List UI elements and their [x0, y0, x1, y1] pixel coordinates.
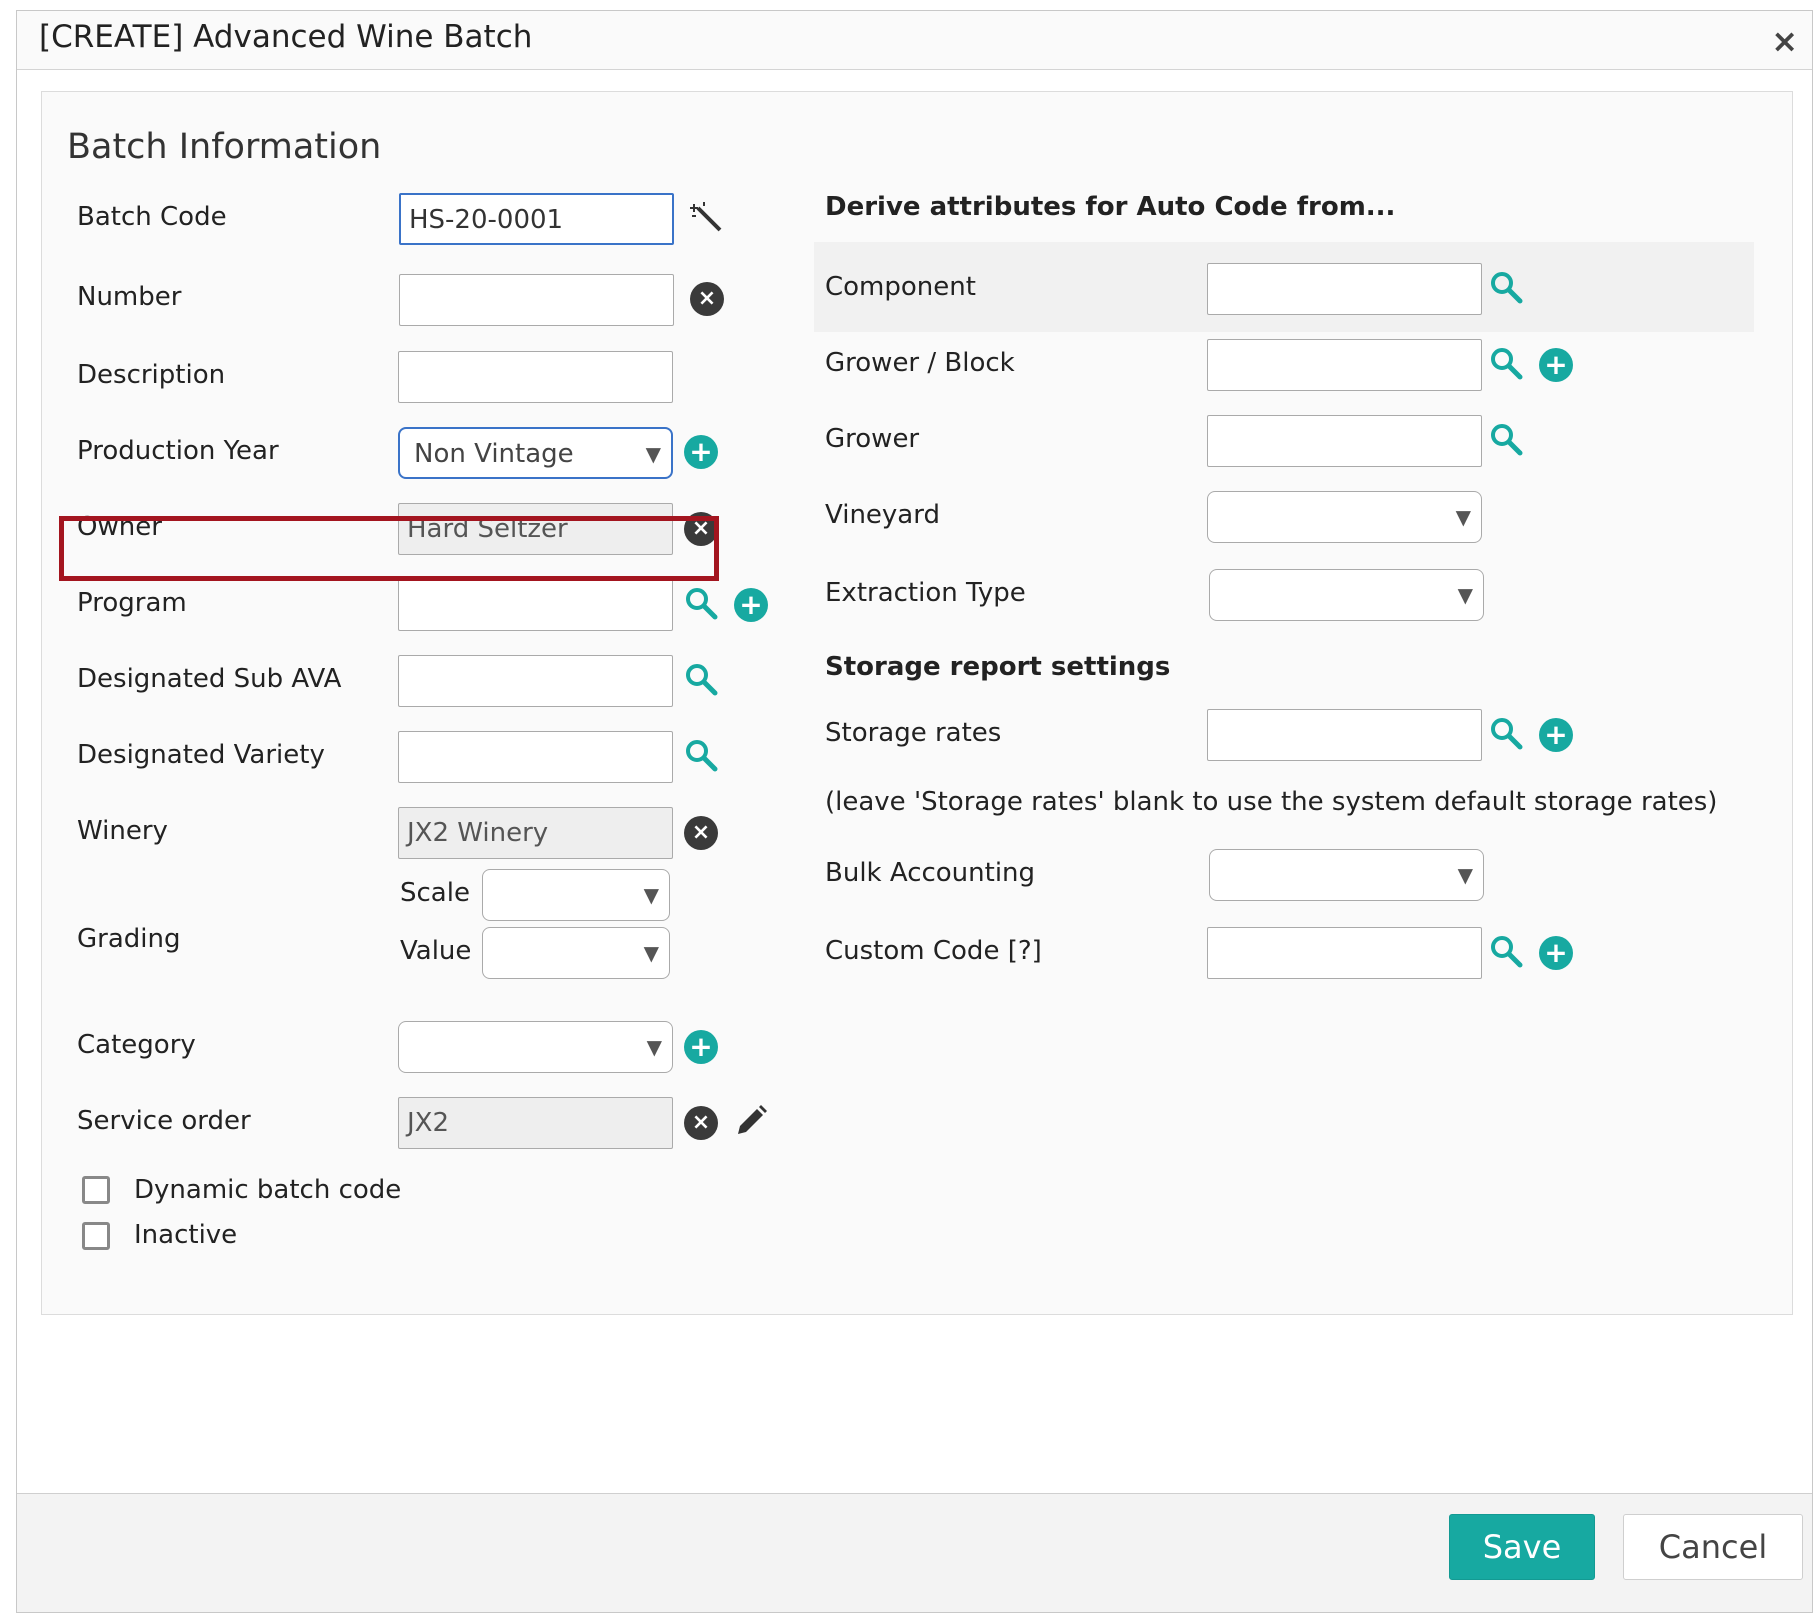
search-program-icon[interactable] [684, 586, 718, 620]
dropdown-arrow-icon: ▼ [1457, 583, 1473, 607]
designated-sub-ava-label: Designated Sub AVA [77, 664, 342, 694]
add-custom-code-icon[interactable]: + [1539, 936, 1573, 970]
storage-heading: Storage report settings [825, 652, 1171, 682]
component-label: Component [825, 272, 976, 302]
add-category-icon[interactable]: + [684, 1030, 718, 1064]
dynamic-batch-code-label: Dynamic batch code [134, 1175, 402, 1205]
program-label: Program [77, 588, 187, 618]
section-title: Batch Information [67, 127, 382, 167]
grower-block-input[interactable] [1207, 339, 1482, 391]
production-year-value: Non Vintage [414, 439, 574, 469]
number-label: Number [77, 282, 182, 312]
cancel-button[interactable]: Cancel [1623, 1514, 1803, 1580]
grower-input[interactable] [1207, 415, 1482, 467]
vineyard-label: Vineyard [825, 500, 940, 530]
inactive-checkbox[interactable] [82, 1222, 110, 1250]
dropdown-arrow-icon: ▼ [1457, 863, 1473, 887]
search-variety-icon[interactable] [684, 738, 718, 772]
grading-value-select[interactable]: ▼ [482, 927, 670, 979]
grading-value-label: Value [400, 936, 472, 966]
number-input[interactable] [399, 274, 674, 326]
bulk-accounting-select[interactable]: ▼ [1209, 849, 1484, 901]
search-component-icon[interactable] [1489, 270, 1523, 304]
bulk-accounting-label: Bulk Accounting [825, 858, 1036, 888]
category-label: Category [77, 1030, 196, 1060]
description-input[interactable] [398, 351, 673, 403]
clear-number-icon[interactable]: × [690, 282, 724, 316]
winery-label: Winery [77, 816, 168, 846]
dropdown-arrow-icon: ▼ [643, 941, 659, 965]
batch-information-panel: Batch Information Batch Code HS-20-0001 … [41, 91, 1793, 1315]
title-bar: [CREATE] Advanced Wine Batch × [17, 11, 1812, 70]
custom-code-label[interactable]: Custom Code [?] [825, 936, 1042, 966]
search-custom-code-icon[interactable] [1489, 934, 1523, 968]
save-button[interactable]: Save [1449, 1514, 1595, 1580]
edit-pencil-icon[interactable] [734, 1104, 768, 1138]
grower-label: Grower [825, 424, 920, 454]
component-input[interactable] [1207, 263, 1482, 315]
search-sub-ava-icon[interactable] [684, 662, 718, 696]
close-icon[interactable]: × [1771, 25, 1798, 57]
clear-service-order-icon[interactable]: × [684, 1106, 718, 1140]
clear-winery-icon[interactable]: × [684, 816, 718, 850]
batch-code-label: Batch Code [77, 202, 227, 232]
description-label: Description [77, 360, 226, 390]
service-order-input[interactable]: JX2 [398, 1097, 673, 1149]
dialog-title: [CREATE] Advanced Wine Batch [39, 19, 533, 55]
dialog: [CREATE] Advanced Wine Batch × Batch Inf… [16, 10, 1813, 1613]
extraction-type-label: Extraction Type [825, 578, 1026, 608]
search-grower-icon[interactable] [1489, 422, 1523, 456]
dropdown-arrow-icon: ▼ [645, 442, 661, 466]
storage-rates-input[interactable] [1207, 709, 1482, 761]
grading-scale-label: Scale [400, 878, 470, 908]
designated-variety-label: Designated Variety [77, 740, 325, 770]
add-program-icon[interactable]: + [734, 588, 768, 622]
designated-sub-ava-input[interactable] [398, 655, 673, 707]
production-year-select[interactable]: Non Vintage ▼ [398, 427, 673, 479]
vineyard-select[interactable]: ▼ [1207, 491, 1482, 543]
search-grower-block-icon[interactable] [1489, 346, 1523, 380]
derive-heading: Derive attributes for Auto Code from... [825, 192, 1396, 222]
dynamic-batch-code-checkbox[interactable] [82, 1176, 110, 1204]
grading-scale-select[interactable]: ▼ [482, 869, 670, 921]
add-storage-rates-icon[interactable]: + [1539, 718, 1573, 752]
search-storage-rates-icon[interactable] [1489, 716, 1523, 750]
designated-variety-input[interactable] [398, 731, 673, 783]
custom-code-input[interactable] [1207, 927, 1482, 979]
dropdown-arrow-icon: ▼ [646, 1035, 662, 1059]
grower-block-label: Grower / Block [825, 348, 1015, 378]
magic-wand-icon[interactable] [690, 200, 724, 234]
category-select[interactable]: ▼ [398, 1021, 673, 1073]
program-input[interactable] [398, 579, 673, 631]
service-order-label: Service order [77, 1106, 251, 1136]
owner-highlight-box [59, 516, 719, 581]
add-production-year-icon[interactable]: + [684, 435, 718, 469]
extraction-type-select[interactable]: ▼ [1209, 569, 1484, 621]
inactive-label: Inactive [134, 1220, 238, 1250]
storage-rates-label: Storage rates [825, 718, 1002, 748]
production-year-label: Production Year [77, 436, 279, 466]
dropdown-arrow-icon: ▼ [1455, 505, 1471, 529]
batch-code-input[interactable]: HS-20-0001 [399, 193, 674, 245]
storage-note: (leave 'Storage rates' blank to use the … [825, 787, 1718, 817]
dialog-footer: Save Cancel [17, 1493, 1812, 1612]
dropdown-arrow-icon: ▼ [643, 883, 659, 907]
winery-input[interactable]: JX2 Winery [398, 807, 673, 859]
grading-label: Grading [77, 924, 181, 954]
add-grower-block-icon[interactable]: + [1539, 348, 1573, 382]
